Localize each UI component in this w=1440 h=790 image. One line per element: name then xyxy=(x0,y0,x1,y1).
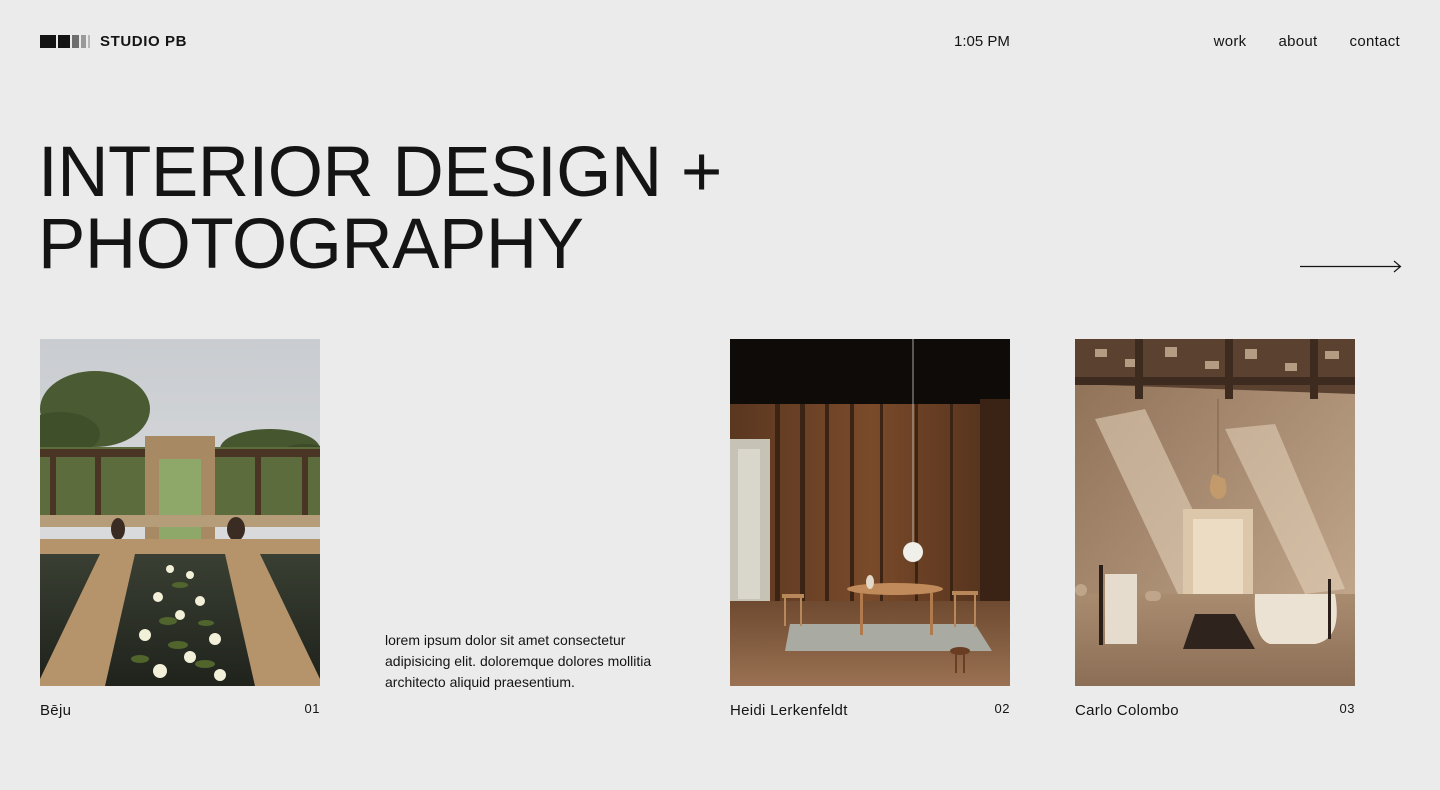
nav-work-link[interactable]: work xyxy=(1214,33,1247,50)
project-card-3[interactable]: Carlo Colombo 03 xyxy=(1075,339,1355,719)
hero-title-line-1: INTERIOR DESIGN + xyxy=(38,133,722,212)
logo-bars-icon xyxy=(40,35,90,48)
project-image-heidi-lerkenfeldt[interactable] xyxy=(730,339,1010,686)
page: STUDIO PB 1:05 PM work about contact INT… xyxy=(0,0,1440,790)
brand-name: STUDIO PB xyxy=(100,33,188,50)
project-number: 02 xyxy=(994,701,1010,716)
brand-logo[interactable]: STUDIO PB xyxy=(40,33,187,50)
hero-title: INTERIOR DESIGN + PHOTOGRAPHY xyxy=(38,137,722,281)
arrow-right-icon[interactable] xyxy=(1300,259,1402,273)
nav-about-link[interactable]: about xyxy=(1278,33,1317,50)
project-card-1[interactable]: Bēju 01 xyxy=(40,339,320,719)
project-name[interactable]: Carlo Colombo xyxy=(1075,702,1179,719)
nav-contact-link[interactable]: contact xyxy=(1350,33,1400,50)
project-number: 01 xyxy=(304,701,320,716)
project-card-2[interactable]: Heidi Lerkenfeldt 02 xyxy=(730,339,1010,719)
project-meta-2: Heidi Lerkenfeldt 02 xyxy=(730,701,1010,719)
header-clock: 1:05 PM xyxy=(954,33,1010,50)
project-name[interactable]: Bēju xyxy=(40,702,71,719)
intro-text: lorem ipsum dolor sit amet consectetur a… xyxy=(385,632,652,690)
project-meta-3: Carlo Colombo 03 xyxy=(1075,701,1355,719)
project-image-beju[interactable] xyxy=(40,339,320,686)
project-number: 03 xyxy=(1339,701,1355,716)
project-name[interactable]: Heidi Lerkenfeldt xyxy=(730,702,848,719)
hero-title-line-2: PHOTOGRAPHY xyxy=(38,205,584,284)
main-nav: work about contact xyxy=(1214,33,1400,50)
project-image-carlo-colombo[interactable] xyxy=(1075,339,1355,686)
project-meta-1: Bēju 01 xyxy=(40,701,320,719)
